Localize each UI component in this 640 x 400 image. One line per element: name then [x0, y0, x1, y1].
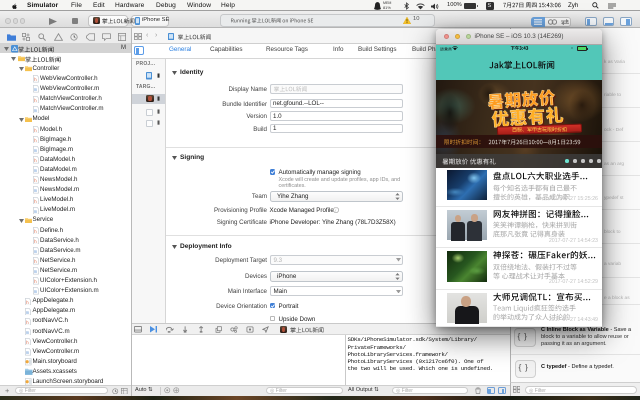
svg-text:m: m: [26, 310, 30, 315]
svg-text:m: m: [33, 249, 37, 254]
svg-text:m: m: [33, 148, 37, 153]
svg-text:m: m: [33, 168, 37, 173]
svg-text:m: m: [26, 350, 30, 355]
svg-text:m: m: [33, 108, 37, 113]
svg-text:m: m: [26, 330, 30, 335]
svg-text:i: i: [335, 208, 337, 213]
